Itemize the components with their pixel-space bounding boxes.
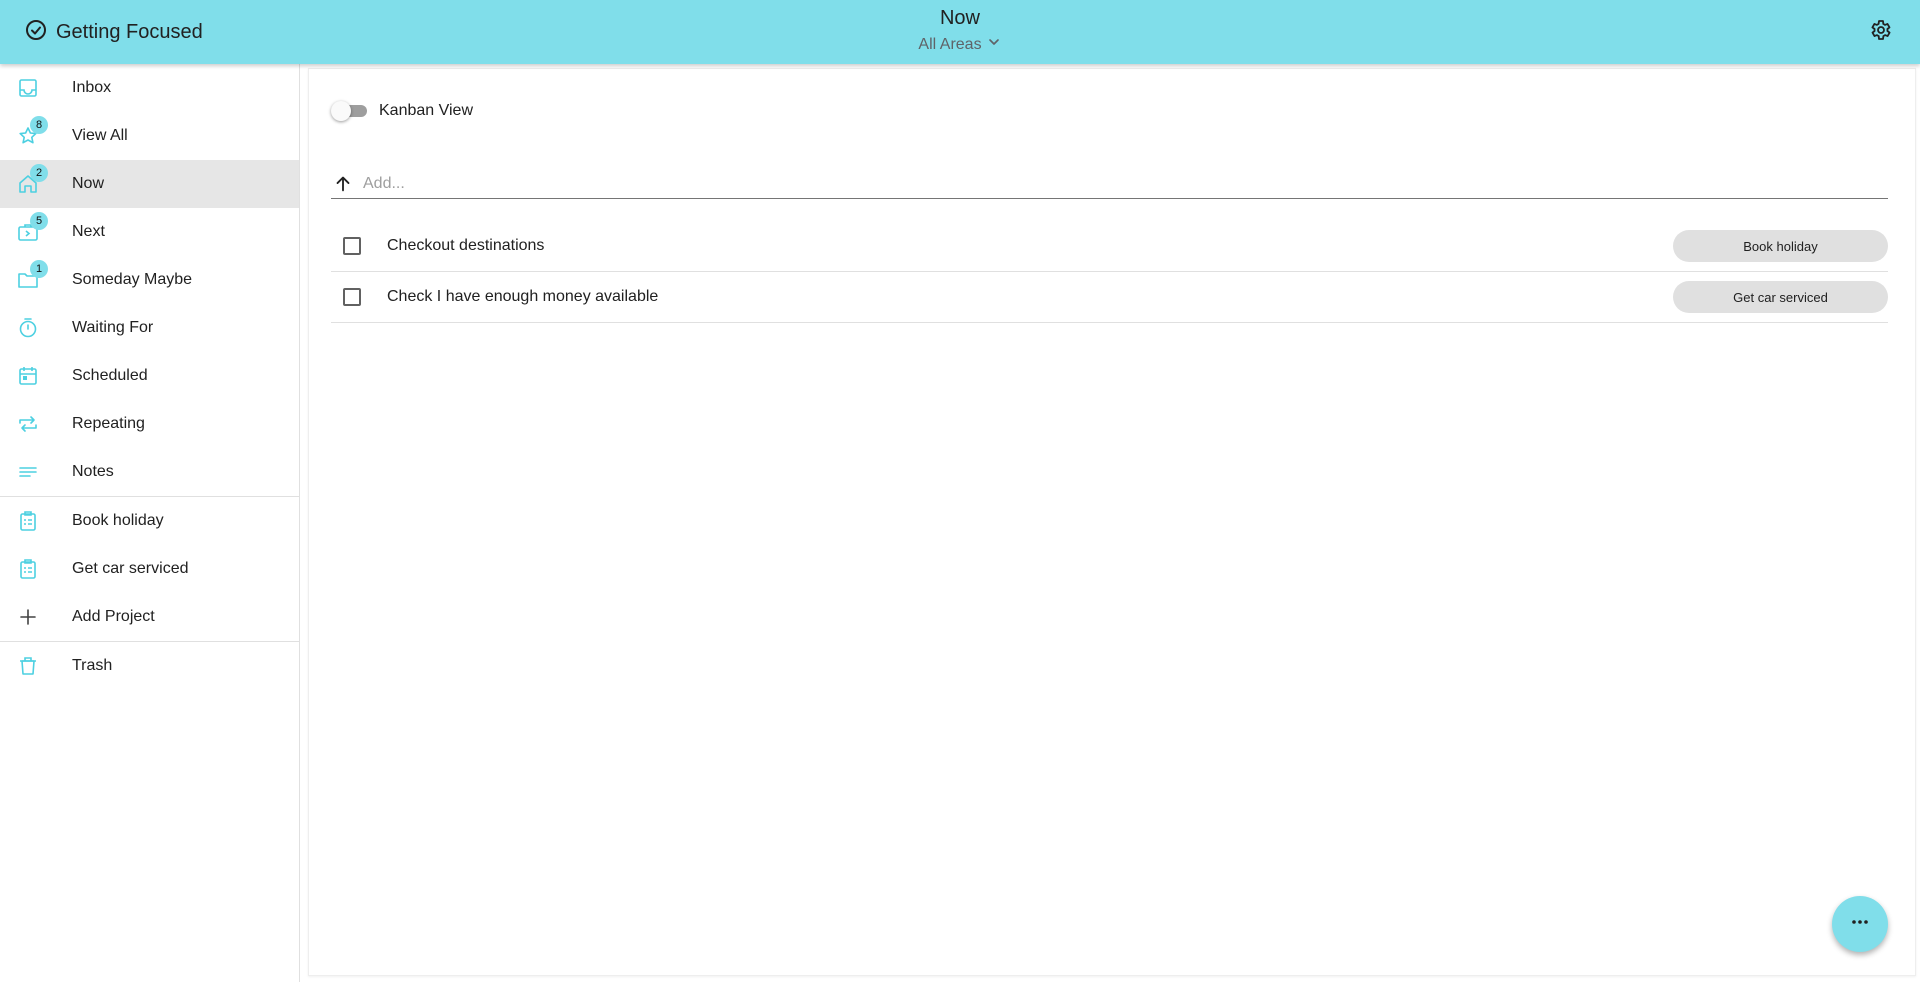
add-project-button[interactable]: Add Project <box>0 593 299 641</box>
sidebar-item-inbox[interactable]: Inbox <box>0 64 299 112</box>
task-text[interactable]: Checkout destinations <box>387 237 1673 255</box>
count-badge: 1 <box>30 260 48 278</box>
task-checkbox[interactable] <box>343 288 361 306</box>
task-checkbox[interactable] <box>343 237 361 255</box>
sidebar-item-label: Book holiday <box>72 512 164 529</box>
sidebar-item-label: Trash <box>72 657 113 674</box>
sidebar-item-label: Add Project <box>72 608 155 625</box>
plus-icon <box>16 605 40 629</box>
sidebar-item-label: Now <box>72 175 105 192</box>
count-badge: 2 <box>30 164 48 182</box>
project-icon <box>16 557 40 581</box>
sidebar-item-waiting-for[interactable]: Waiting For <box>0 304 299 352</box>
area-selector[interactable]: All Areas <box>918 34 1001 55</box>
sidebar-item-notes[interactable]: Notes <box>0 448 299 496</box>
calendar-icon <box>16 364 40 388</box>
add-task-row <box>331 169 1888 199</box>
task-row[interactable]: Check I have enough money available Get … <box>331 272 1888 323</box>
sidebar-item-label: Notes <box>72 463 114 480</box>
sidebar-item-scheduled[interactable]: Scheduled <box>0 352 299 400</box>
chevron-down-icon <box>986 34 1002 55</box>
task-text[interactable]: Check I have enough money available <box>387 288 1673 306</box>
area-selector-label: All Areas <box>918 35 982 53</box>
timer-icon <box>16 316 40 340</box>
project-icon <box>16 509 40 533</box>
arrow-up-icon[interactable] <box>331 172 355 196</box>
task-list: Checkout destinations Book holiday Check… <box>331 221 1888 323</box>
kanban-toggle-row: Kanban View <box>331 101 473 121</box>
project-chip[interactable]: Book holiday <box>1673 230 1888 262</box>
count-badge: 5 <box>30 212 48 230</box>
sidebar-project-get-car-serviced[interactable]: Get car serviced <box>0 545 299 593</box>
sidebar-item-label: Next <box>72 223 105 240</box>
sidebar-item-label: Get car serviced <box>72 560 189 577</box>
more-horizontal-icon <box>1848 910 1872 939</box>
project-chip[interactable]: Get car serviced <box>1673 281 1888 313</box>
sidebar-item-next[interactable]: 5 Next <box>0 208 299 256</box>
sidebar-item-label: View All <box>72 127 128 144</box>
inbox-icon <box>16 76 40 100</box>
kanban-label: Kanban View <box>379 102 473 119</box>
settings-button[interactable] <box>1864 16 1896 48</box>
kanban-switch[interactable] <box>331 101 367 121</box>
app-header: Getting Focused Now All Areas <box>0 0 1920 64</box>
sidebar-item-view-all[interactable]: 8 View All <box>0 112 299 160</box>
sidebar-item-label: Repeating <box>72 415 145 432</box>
more-actions-button[interactable] <box>1832 896 1888 952</box>
gear-icon <box>1868 18 1892 47</box>
sidebar-item-label: Inbox <box>72 79 112 96</box>
notes-icon <box>16 460 40 484</box>
count-badge: 8 <box>30 116 48 134</box>
main-panel: Kanban View Checkout destinations Book h… <box>308 68 1916 976</box>
task-row[interactable]: Checkout destinations Book holiday <box>331 221 1888 272</box>
sidebar-item-trash[interactable]: Trash <box>0 642 299 690</box>
sidebar-item-label: Scheduled <box>72 367 148 384</box>
sidebar-item-now[interactable]: 2 Now <box>0 160 299 208</box>
sidebar-item-repeating[interactable]: Repeating <box>0 400 299 448</box>
sidebar-project-book-holiday[interactable]: Book holiday <box>0 497 299 545</box>
switch-thumb <box>331 101 351 121</box>
sidebar-item-label: Waiting For <box>72 319 154 336</box>
sidebar-item-someday-maybe[interactable]: 1 Someday Maybe <box>0 256 299 304</box>
sidebar-item-label: Someday Maybe <box>72 271 193 288</box>
title-block: Now All Areas <box>0 6 1920 55</box>
trash-icon <box>16 654 40 678</box>
add-task-input[interactable] <box>363 169 1888 198</box>
page-title: Now <box>939 7 980 29</box>
sidebar: Inbox 8 View All 2 Now 5 Next 1 Someday … <box>0 64 300 982</box>
repeat-icon <box>16 412 40 436</box>
